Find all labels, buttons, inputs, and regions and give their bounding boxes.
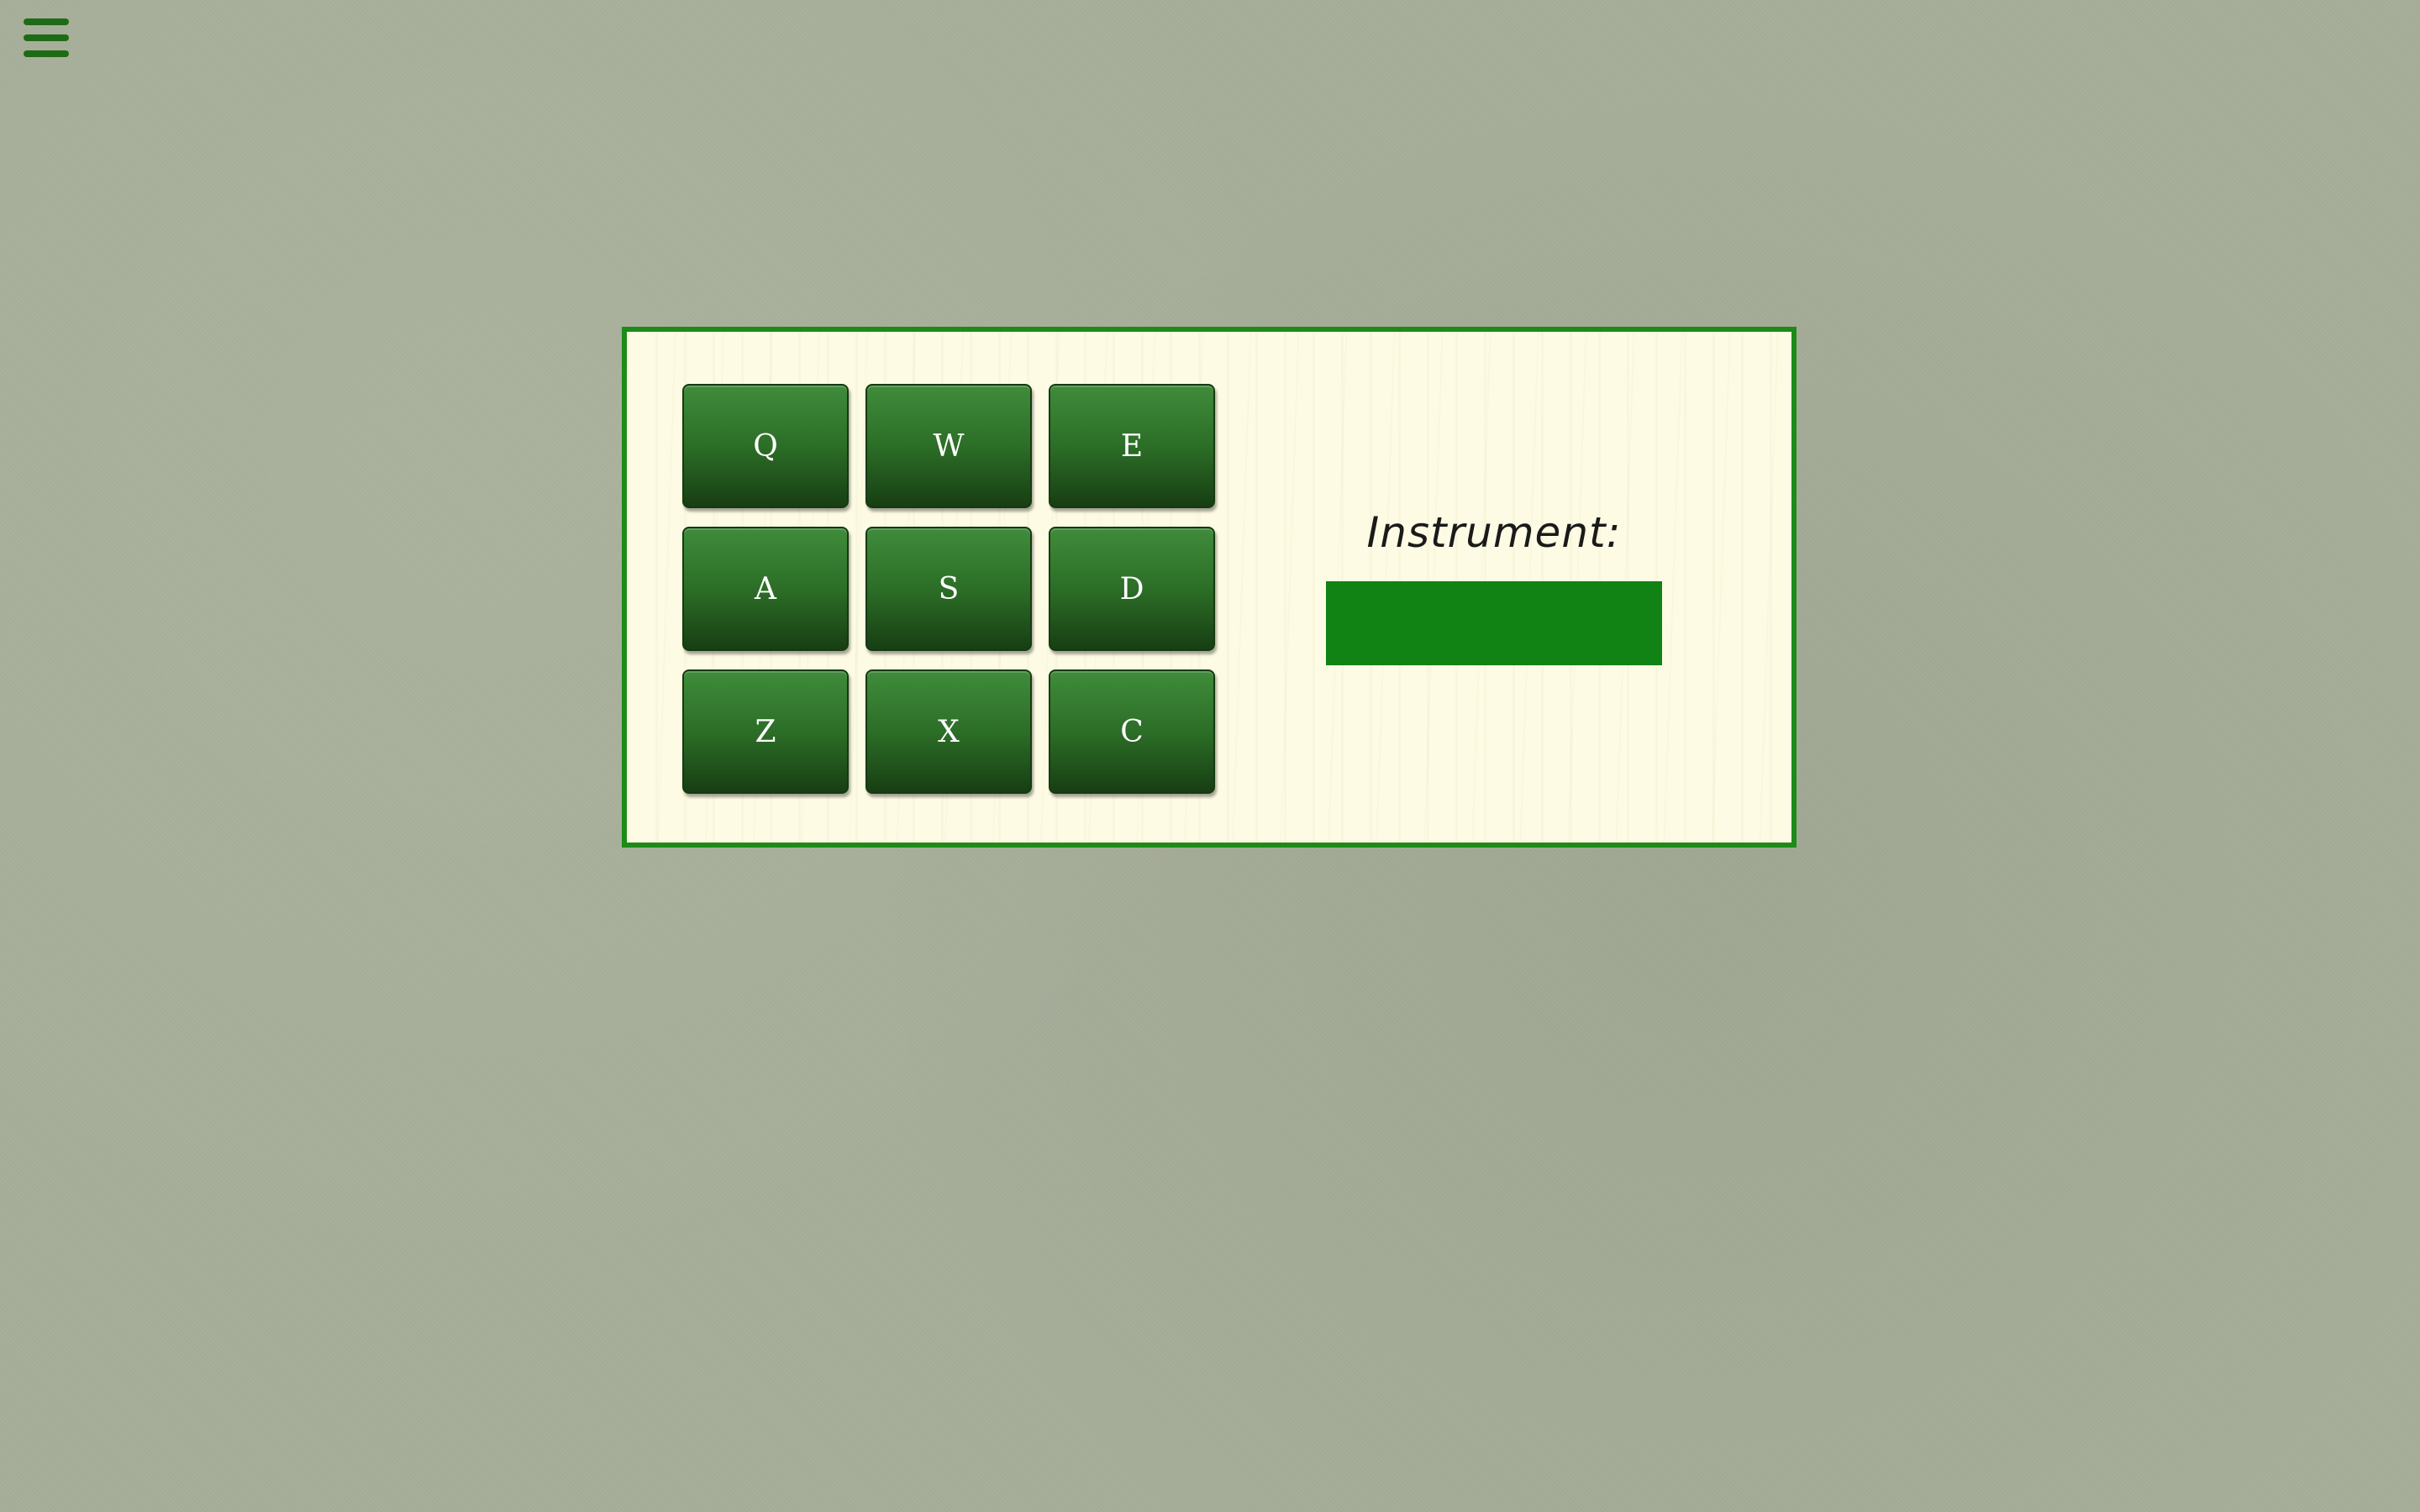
drum-pad-a[interactable]: A [682, 527, 849, 651]
drum-pad-x[interactable]: X [865, 669, 1032, 794]
drum-pad-q[interactable]: Q [682, 384, 849, 508]
drum-pad-grid: Q W E A S D Z X C [682, 384, 1215, 794]
drum-pad-e[interactable]: E [1049, 384, 1215, 508]
drum-machine-panel: Q W E A S D Z X C Instrument: [622, 327, 1797, 848]
menu-bar-middle [24, 34, 69, 41]
drum-pad-z[interactable]: Z [682, 669, 849, 794]
menu-bar-top [24, 18, 69, 25]
instrument-display [1326, 581, 1662, 665]
hamburger-menu-icon[interactable] [24, 18, 69, 57]
instrument-label: Instrument: [1366, 508, 1622, 557]
drum-pad-c[interactable]: C [1049, 669, 1215, 794]
menu-bar-bottom [24, 50, 69, 57]
drum-pad-s[interactable]: S [865, 527, 1032, 651]
drum-pad-w[interactable]: W [865, 384, 1032, 508]
drum-pad-d[interactable]: D [1049, 527, 1215, 651]
